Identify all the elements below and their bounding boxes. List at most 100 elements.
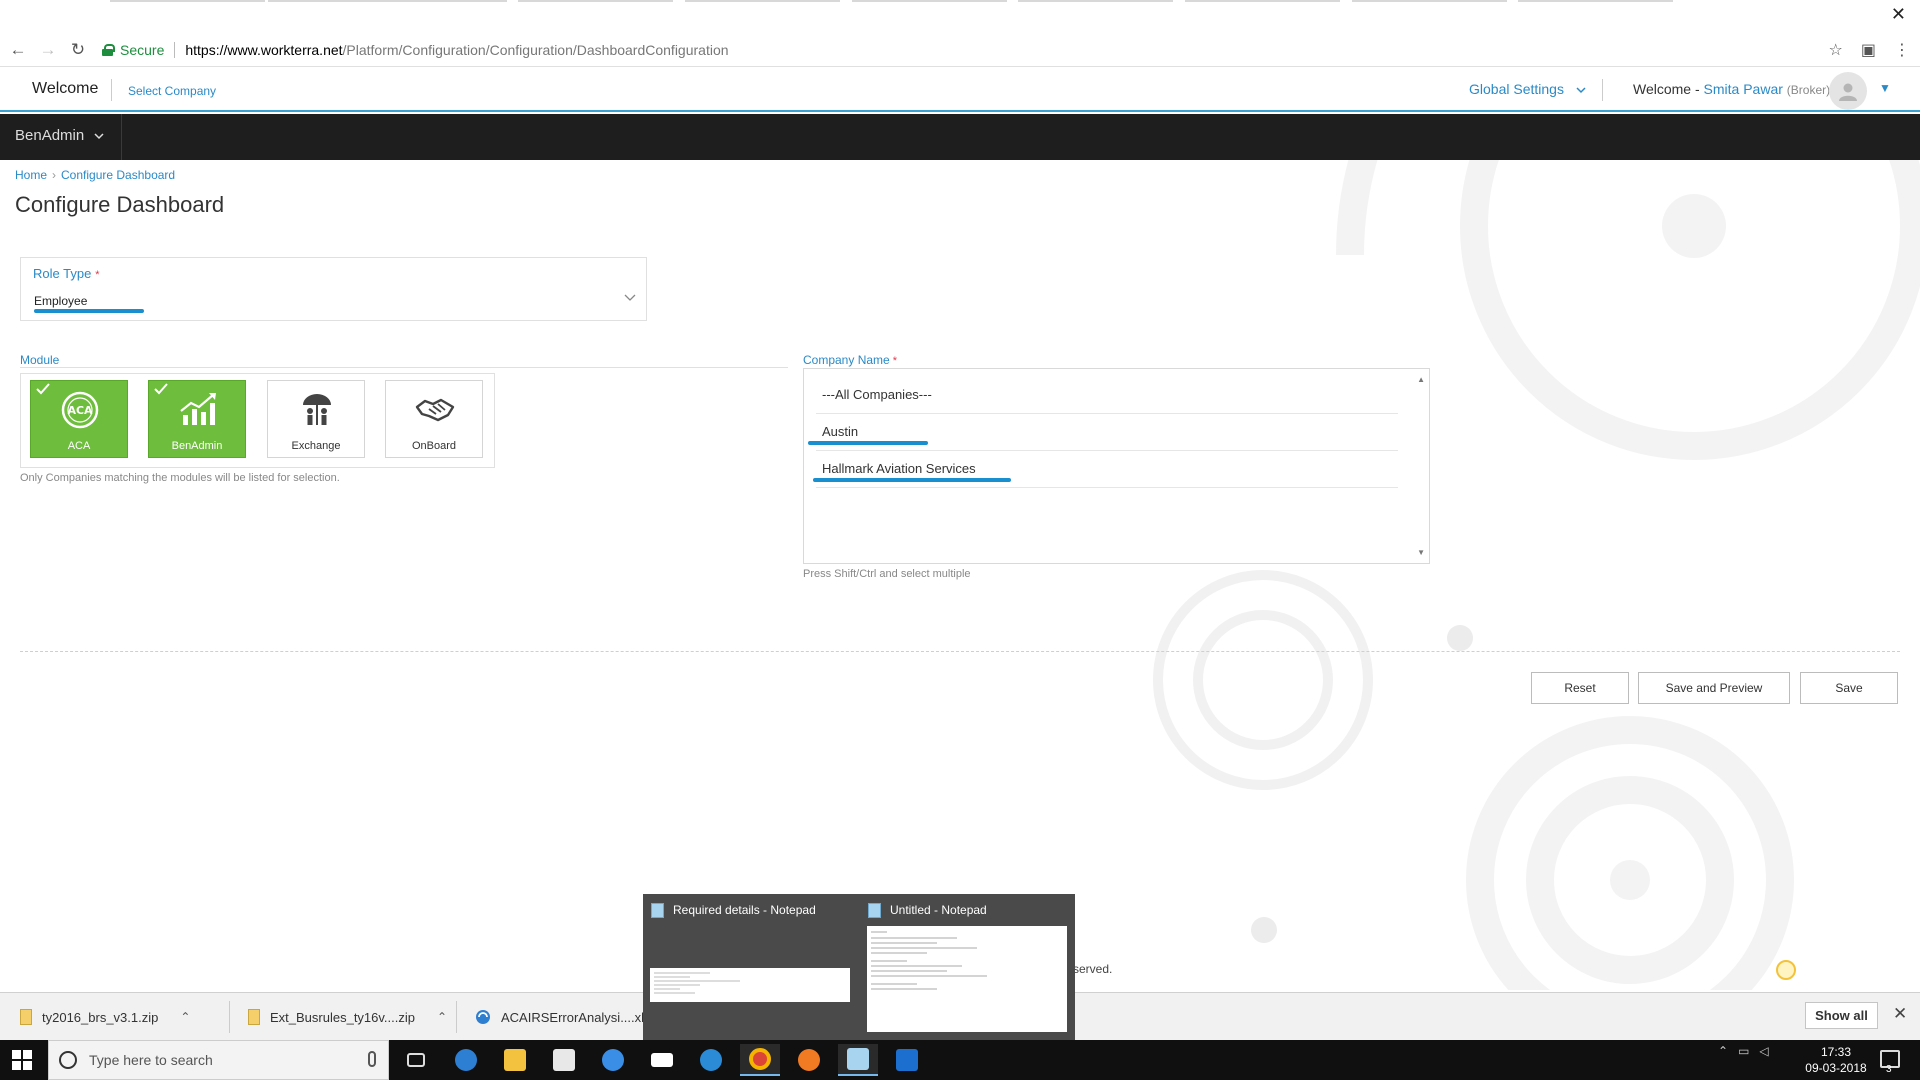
reset-button[interactable]: Reset — [1531, 672, 1629, 704]
save-button[interactable]: Save — [1800, 672, 1898, 704]
company-hint: Press Shift/Ctrl and select multiple — [803, 568, 971, 580]
save-and-preview-button[interactable]: Save and Preview — [1638, 672, 1790, 704]
app-z-icon[interactable] — [887, 1044, 927, 1076]
notification-count: 3 — [1886, 1064, 1892, 1075]
forward-arrow-icon[interactable]: → — [36, 38, 60, 62]
chevron-down-icon — [94, 133, 104, 140]
module-tile-onboard[interactable]: OnBoard — [385, 380, 483, 458]
reload-icon[interactable]: ↻ — [66, 38, 90, 62]
module-menu[interactable]: BenAdmin — [15, 127, 104, 144]
windows-start-icon[interactable] — [12, 1050, 32, 1070]
avatar[interactable] — [1829, 72, 1867, 110]
tray-chevron-up-icon[interactable]: ⌃ — [1718, 1044, 1728, 1058]
required-marker: * — [95, 269, 100, 281]
browser-menu-icon[interactable]: ⋮ — [1894, 40, 1910, 60]
header-divider — [1602, 79, 1603, 101]
required-marker: * — [892, 355, 897, 367]
window-close-icon[interactable]: ✕ — [1891, 4, 1906, 25]
notepad-icon[interactable] — [838, 1044, 878, 1076]
company-option-austin[interactable]: Austin — [808, 414, 1398, 451]
window-thumbnail — [867, 926, 1067, 1032]
lock-icon — [102, 44, 115, 56]
company-multiselect[interactable]: ---All Companies--- Austin Hallmark Avia… — [803, 368, 1430, 564]
download-item[interactable]: Ext_Busrules_ty16v....zip ⌃ — [228, 993, 447, 1041]
microphone-icon[interactable] — [368, 1051, 376, 1067]
module-tile-exchange[interactable]: Exchange — [267, 380, 365, 458]
network-icon[interactable]: ▭ — [1738, 1044, 1749, 1058]
breadcrumb-home[interactable]: Home — [15, 168, 47, 182]
taskbar-clock[interactable]: 17:33 09-03-2018 — [1801, 1044, 1871, 1076]
browser-tab[interactable] — [110, 0, 265, 2]
module-hint: Only Companies matching the modules will… — [20, 472, 340, 484]
browser-tab[interactable] — [852, 0, 1007, 2]
browser-tab[interactable] — [1518, 0, 1673, 2]
close-icon[interactable]: ✕ — [1893, 1004, 1907, 1024]
company-name-label-text: Company Name — [803, 353, 890, 367]
browser-tab[interactable] — [1352, 0, 1507, 2]
browser-tab[interactable] — [518, 0, 673, 2]
chevron-down-icon[interactable] — [624, 294, 636, 302]
bookmark-star-icon[interactable]: ☆ — [1829, 40, 1843, 60]
role-type-label-text: Role Type — [33, 266, 92, 281]
file-explorer-icon[interactable] — [495, 1044, 535, 1076]
select-company-link[interactable]: Select Company — [128, 84, 216, 98]
section-divider — [20, 651, 1900, 652]
browser-tab[interactable] — [352, 0, 507, 2]
role-type-select[interactable]: Role Type * Employee — [20, 257, 647, 321]
browser-tab[interactable] — [1018, 0, 1173, 2]
window-preview-title: Untitled - Notepad — [890, 903, 987, 917]
download-item[interactable]: ACAIRSErrorAnalysi....xls — [455, 993, 651, 1041]
download-item[interactable]: ty2016_brs_v3.1.zip ⌃ — [0, 993, 190, 1041]
browser-tab[interactable] — [1185, 0, 1340, 2]
module-divider — [20, 367, 788, 368]
clock-time: 17:33 — [1820, 1045, 1852, 1059]
company-option-hallmark[interactable]: Hallmark Aviation Services — [813, 451, 1398, 488]
search-placeholder: Type here to search — [89, 1052, 213, 1068]
user-name[interactable]: Smita Pawar — [1704, 81, 1783, 97]
internet-explorer-icon[interactable] — [691, 1044, 731, 1076]
chrome-icon[interactable] — [740, 1044, 780, 1076]
secure-indicator[interactable]: Secure — [102, 42, 164, 58]
zip-file-icon — [20, 1009, 32, 1025]
extension-icon[interactable]: ▣ — [1861, 40, 1876, 60]
chat-badge-icon[interactable] — [1776, 960, 1796, 980]
store-icon[interactable] — [544, 1044, 584, 1076]
module-tile-aca[interactable]: ACA ACA — [30, 380, 128, 458]
breadcrumb-current[interactable]: Configure Dashboard — [61, 168, 175, 182]
chevron-up-icon[interactable]: ⌃ — [180, 1010, 190, 1024]
url-field[interactable]: https://www.workterra.net/Platform/Confi… — [185, 42, 728, 58]
nav-divider — [121, 114, 122, 160]
volume-icon[interactable]: ◁ — [1759, 1044, 1768, 1058]
module-tile-benadmin[interactable]: BenAdmin — [148, 380, 246, 458]
scroll-down-icon[interactable]: ▼ — [1417, 548, 1425, 557]
mail-icon[interactable] — [642, 1044, 682, 1076]
chevron-up-icon[interactable]: ⌃ — [437, 1010, 447, 1024]
taskbar: Type here to search ⌃ ▭ ◁ 17:33 09-03-20… — [0, 1040, 1920, 1080]
app-tile-icon[interactable] — [593, 1044, 633, 1076]
checkmark-icon — [36, 383, 50, 395]
firefox-icon[interactable] — [789, 1044, 829, 1076]
global-settings-menu[interactable]: Global Settings — [1469, 81, 1586, 97]
company-option-label: Austin — [822, 424, 859, 439]
window-thumbnail — [650, 968, 850, 1002]
task-view-icon[interactable] — [396, 1044, 436, 1076]
window-preview[interactable]: Untitled - Notepad — [867, 902, 1073, 1032]
company-option-all[interactable]: ---All Companies--- — [816, 377, 1398, 414]
show-all-downloads-button[interactable]: Show all — [1805, 1002, 1878, 1029]
company-name-label: Company Name * — [803, 353, 897, 367]
header-divider — [111, 79, 112, 101]
taskbar-search-input[interactable]: Type here to search — [48, 1040, 389, 1080]
browser-tab[interactable] — [685, 0, 840, 2]
page-title: Configure Dashboard — [15, 192, 225, 217]
module-label-exchange: Exchange — [291, 440, 341, 452]
scroll-up-icon[interactable]: ▲ — [1417, 375, 1425, 384]
app-tile-icon[interactable] — [446, 1044, 486, 1076]
chevron-down-icon — [1576, 87, 1586, 94]
window-preview[interactable]: Required details - Notepad — [650, 902, 856, 1002]
back-arrow-icon[interactable]: ← — [6, 38, 30, 62]
umbrella-family-icon — [303, 394, 331, 425]
taskbar-preview-popup: Required details - Notepad Untitled - No… — [643, 894, 1075, 1040]
user-menu-caret-icon[interactable]: ▼ — [1879, 81, 1891, 95]
role-type-value: Employee — [34, 294, 88, 308]
chart-growth-icon — [180, 393, 216, 425]
